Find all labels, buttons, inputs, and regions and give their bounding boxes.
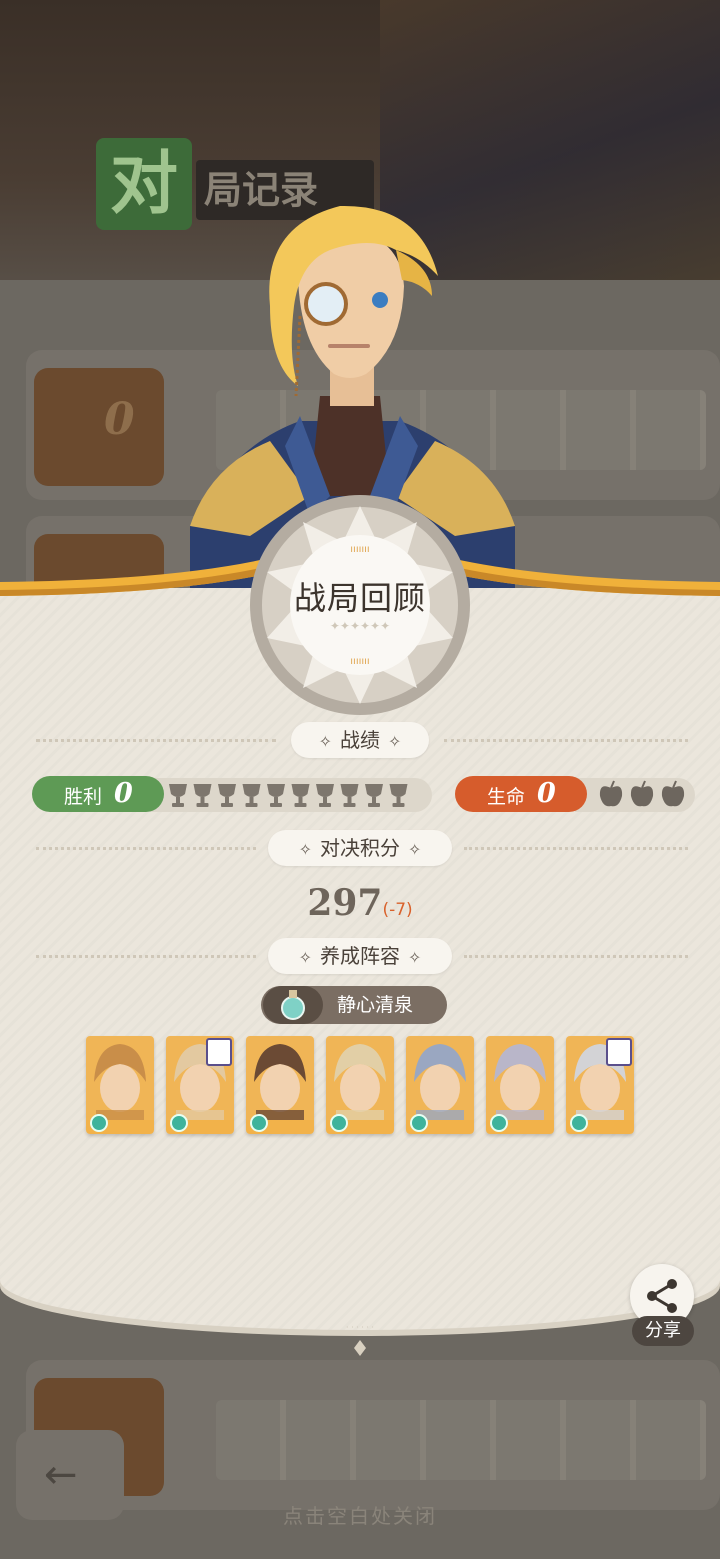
trophy-icon — [365, 784, 383, 807]
diamond-icon: ✧ — [298, 840, 312, 859]
background-record-card — [26, 1360, 720, 1510]
score-delta: (-7) — [382, 900, 413, 920]
section-duel-score: ✧ 对决积分 ✧ — [268, 830, 452, 866]
trophy-icon — [291, 784, 310, 807]
section-lineup: ✧ 养成阵容 ✧ — [268, 938, 452, 974]
section-duel-score-label: 对决积分 — [320, 836, 400, 860]
life-label: 生命 — [487, 786, 526, 808]
hero-lion-card[interactable] — [326, 1036, 394, 1134]
svg-text:· · · · · ·: · · · · · · — [346, 1323, 374, 1332]
life-icon — [599, 780, 623, 807]
duel-score: 297(-7) — [0, 880, 720, 926]
equipped-item-icon — [206, 1038, 232, 1066]
panel-bottom-ornament: · · · · · · — [346, 1323, 374, 1356]
lineup-name: 静心清泉 — [337, 994, 414, 1016]
wins-label: 胜利 — [64, 786, 103, 808]
divider-dots — [36, 847, 256, 850]
element-gem-icon — [490, 1114, 508, 1132]
life-value: 0 — [537, 778, 556, 809]
section-record-label: 战绩 — [340, 728, 380, 752]
life-track — [575, 778, 695, 812]
element-gem-icon — [410, 1114, 428, 1132]
hero-wolf-card[interactable] — [566, 1036, 634, 1134]
trophy-icon — [267, 784, 285, 807]
trophy-icon — [169, 784, 187, 807]
panel-title: 战局回顾 — [293, 579, 426, 617]
hero-beast-card[interactable] — [246, 1036, 314, 1134]
section-record: ✧ 战绩 ✧ — [291, 722, 429, 758]
diamond-icon: ✧ — [318, 732, 332, 751]
life-badge: 生命 0 — [455, 776, 587, 812]
divider-dots — [36, 739, 276, 742]
hero-sheep-card[interactable] — [166, 1036, 234, 1134]
divider-dots — [464, 955, 688, 958]
trophy-icon — [389, 784, 408, 807]
life-icon — [630, 780, 654, 807]
diamond-icon: ✧ — [298, 948, 312, 967]
section-lineup-label: 养成阵容 — [320, 944, 400, 968]
hero-portrait — [86, 1036, 154, 1122]
hero-portrait — [246, 1036, 314, 1122]
divider-dots — [36, 955, 256, 958]
svg-text:ııııııı: ııııııı — [350, 544, 369, 555]
close-hint[interactable]: 点击空白处关闭 — [0, 1500, 720, 1529]
element-gem-icon — [250, 1114, 268, 1132]
life-icon — [661, 780, 685, 807]
diamond-icon: ✧ — [408, 948, 422, 967]
trophy-icon — [218, 784, 236, 807]
diamond-icon: ✧ — [408, 840, 422, 859]
trophy-icon — [242, 784, 261, 807]
score-value: 297 — [307, 882, 383, 924]
element-gem-icon — [570, 1114, 588, 1132]
trophy-icon — [316, 784, 334, 807]
hero-portrait — [326, 1036, 394, 1122]
wins-badge: 胜利 0 — [32, 776, 164, 812]
equipped-item-icon — [606, 1038, 632, 1066]
element-gem-icon — [330, 1114, 348, 1132]
trophy-track — [150, 778, 432, 812]
element-gem-icon — [170, 1114, 188, 1132]
lineup-tag: 静心清泉 — [261, 986, 447, 1024]
divider-dots — [464, 847, 688, 850]
close-hint-text: 点击空白处关闭 — [283, 1504, 437, 1528]
hero-rabbit-card[interactable] — [406, 1036, 474, 1134]
hero-elf-card[interactable] — [86, 1036, 154, 1134]
background-hero-strip — [216, 1400, 706, 1480]
background-trophy: 0 — [34, 368, 164, 486]
trophy-icon — [340, 784, 359, 807]
life-icons — [599, 780, 685, 807]
trophy-icon — [193, 784, 212, 807]
divider-dots — [444, 739, 688, 742]
hero-lineup — [86, 1036, 646, 1136]
hero-portrait — [486, 1036, 554, 1122]
potion-icon — [263, 986, 323, 1024]
background-trophy-score: 0 — [104, 394, 135, 445]
wins-value: 0 — [114, 778, 133, 809]
element-gem-icon — [90, 1114, 108, 1132]
hero-mage-card[interactable] — [486, 1036, 554, 1134]
back-arrow-icon: ← — [44, 1452, 78, 1498]
diamond-icon: ✧ — [388, 732, 402, 751]
hero-portrait — [406, 1036, 474, 1122]
svg-text:ııııııı: ııııııı — [350, 656, 369, 667]
share-label[interactable]: 分享 — [632, 1316, 694, 1346]
trophy-icons — [169, 784, 408, 807]
svg-text:✦✦✦✦✦✦: ✦✦✦✦✦✦ — [330, 619, 390, 633]
